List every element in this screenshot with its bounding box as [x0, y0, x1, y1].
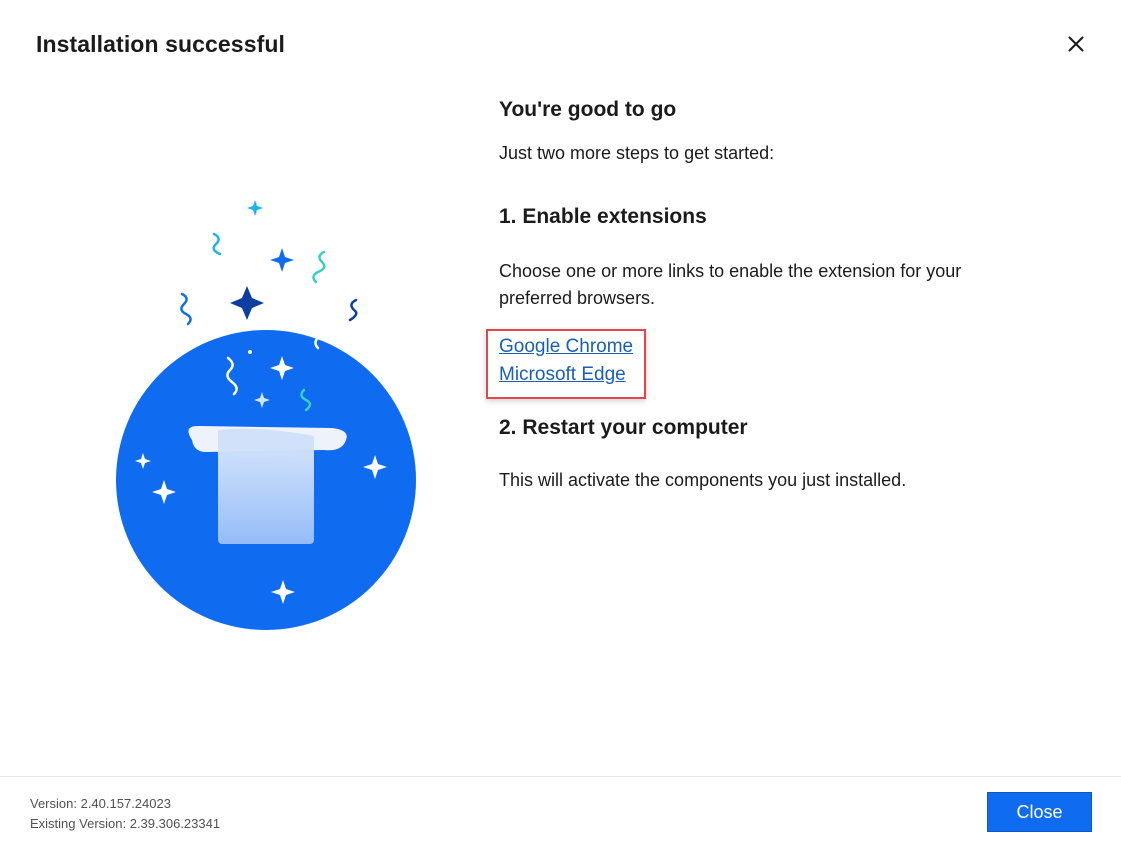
version-info: Version: 2.40.157.24023 Existing Version…	[30, 794, 220, 834]
magic-hat-illustration	[110, 190, 430, 640]
content-heading: You're good to go	[499, 98, 677, 121]
installation-dialog: Installation successful You're good to g…	[0, 0, 1121, 846]
footer-divider	[0, 776, 1121, 777]
close-button[interactable]: Close	[987, 792, 1092, 832]
step2-description: This will activate the components you ju…	[499, 470, 907, 490]
close-icon[interactable]	[1063, 31, 1089, 57]
existing-version-text: Existing Version: 2.39.306.23341	[30, 816, 221, 831]
step1-description: Choose one or more links to enable the e…	[499, 261, 962, 308]
step2-heading: 2. Restart your computer	[499, 416, 748, 439]
content-subtitle: Just two more steps to get started:	[499, 143, 775, 163]
google-chrome-link[interactable]: Google Chrome	[499, 336, 633, 358]
microsoft-edge-link[interactable]: Microsoft Edge	[499, 364, 626, 386]
step1-heading: 1. Enable extensions	[499, 205, 707, 228]
version-text: Version: 2.40.157.24023	[30, 796, 171, 811]
dialog-title: Installation successful	[36, 31, 285, 57]
